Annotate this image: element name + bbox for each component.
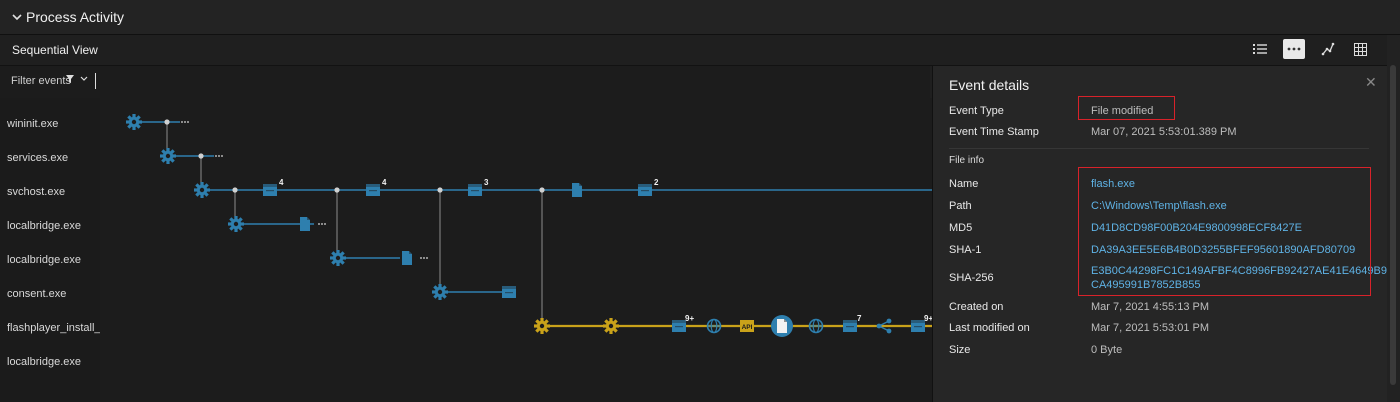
filter-bar: Filter events xyxy=(0,66,930,99)
network-event-icon[interactable] xyxy=(706,318,722,334)
grid-view-icon[interactable] xyxy=(1349,39,1371,59)
sha1-label: SHA-1 xyxy=(949,244,982,256)
file-event-icon xyxy=(777,319,787,333)
sequential-view-icon[interactable] xyxy=(1283,39,1305,59)
scrollbar-thumb[interactable] xyxy=(1390,65,1396,385)
name-label: Name xyxy=(949,178,979,190)
registry-event-icon[interactable] xyxy=(911,320,925,332)
registry-event-icon[interactable] xyxy=(638,184,652,196)
process-node-icon[interactable] xyxy=(603,318,619,334)
process-label[interactable]: localbridge.exe xyxy=(7,220,81,232)
created-label: Created on xyxy=(949,301,1004,313)
file-event-icon[interactable] xyxy=(402,251,412,265)
process-node-icon[interactable] xyxy=(330,250,346,266)
size-value: 0 Byte xyxy=(1091,344,1123,356)
graph-view-icon[interactable] xyxy=(1317,39,1339,59)
api-label: API xyxy=(742,324,753,331)
timestamp-label: Event Time Stamp xyxy=(949,126,1039,138)
section-title: Process Activity xyxy=(26,9,125,25)
process-node-icon[interactable] xyxy=(534,318,550,334)
event-details-panel: Event details ✕ Event Type File modified… xyxy=(932,66,1399,402)
process-list: wininit.exe services.exe svchost.exe loc… xyxy=(0,98,110,402)
file-event-icon[interactable] xyxy=(300,217,310,231)
path-label: Path xyxy=(949,200,972,212)
filter-events-button[interactable]: Filter events xyxy=(11,75,71,87)
registry-event-icon[interactable] xyxy=(468,184,482,196)
timestamp-value: Mar 07, 2021 5:53:01.389 PM xyxy=(1091,126,1237,138)
registry-event-icon[interactable] xyxy=(672,320,686,332)
list-view-icon[interactable] xyxy=(1249,39,1271,59)
view-toolbar: Sequential View xyxy=(0,35,1400,66)
process-node-icon[interactable] xyxy=(160,148,176,164)
count-badge: 4 xyxy=(279,178,284,187)
registry-event-icon[interactable] xyxy=(263,184,277,196)
process-node-icon[interactable] xyxy=(432,284,448,300)
event-type-label: Event Type xyxy=(949,105,1004,117)
process-label[interactable]: localbridge.exe xyxy=(7,356,81,368)
registry-event-icon[interactable] xyxy=(502,286,516,298)
count-badge: 9+ xyxy=(924,314,932,323)
filter-input[interactable] xyxy=(95,73,96,89)
section-header[interactable]: Process Activity xyxy=(0,0,1400,35)
sequential-graph[interactable]: API 4 4 3 2 9+ 7 9+ xyxy=(100,98,932,402)
process-label[interactable]: svchost.exe xyxy=(7,186,65,198)
count-badge: 4 xyxy=(382,178,387,187)
scrollbar[interactable] xyxy=(1387,35,1400,402)
process-node-icon[interactable] xyxy=(126,114,142,130)
md5-label: MD5 xyxy=(949,222,973,234)
process-label[interactable]: wininit.exe xyxy=(7,118,58,130)
process-label[interactable]: flashplayer_install_... xyxy=(7,322,110,334)
close-icon[interactable]: ✕ xyxy=(1365,74,1377,91)
process-label[interactable]: services.exe xyxy=(7,152,68,164)
count-badge: 9+ xyxy=(685,314,694,323)
count-badge: 7 xyxy=(857,314,862,323)
highlight-box xyxy=(1078,167,1371,296)
modified-label: Last modified on xyxy=(949,322,1030,334)
count-badge: 3 xyxy=(484,178,489,187)
process-node-icon[interactable] xyxy=(194,182,210,198)
network-event-icon[interactable] xyxy=(808,318,824,334)
file-event-icon[interactable] xyxy=(572,183,582,197)
highlight-box xyxy=(1078,96,1175,120)
divider xyxy=(949,148,1369,149)
process-label[interactable]: localbridge.exe xyxy=(7,254,81,266)
size-label: Size xyxy=(949,344,971,356)
registry-event-icon[interactable] xyxy=(843,320,857,332)
file-info-heading: File info xyxy=(949,155,985,166)
process-label[interactable]: consent.exe xyxy=(7,288,66,300)
count-badge: 2 xyxy=(654,178,659,187)
view-title: Sequential View xyxy=(12,43,98,57)
process-node-icon[interactable] xyxy=(228,216,244,232)
registry-event-icon[interactable] xyxy=(366,184,380,196)
modified-value: Mar 7, 2021 5:53:01 PM xyxy=(1091,322,1210,334)
panel-title: Event details xyxy=(949,77,1030,93)
sha256-label: SHA-256 xyxy=(949,272,994,284)
chevron-down-icon[interactable] xyxy=(10,10,24,24)
filter-icon[interactable] xyxy=(66,74,90,87)
created-value: Mar 7, 2021 4:55:13 PM xyxy=(1091,301,1210,313)
